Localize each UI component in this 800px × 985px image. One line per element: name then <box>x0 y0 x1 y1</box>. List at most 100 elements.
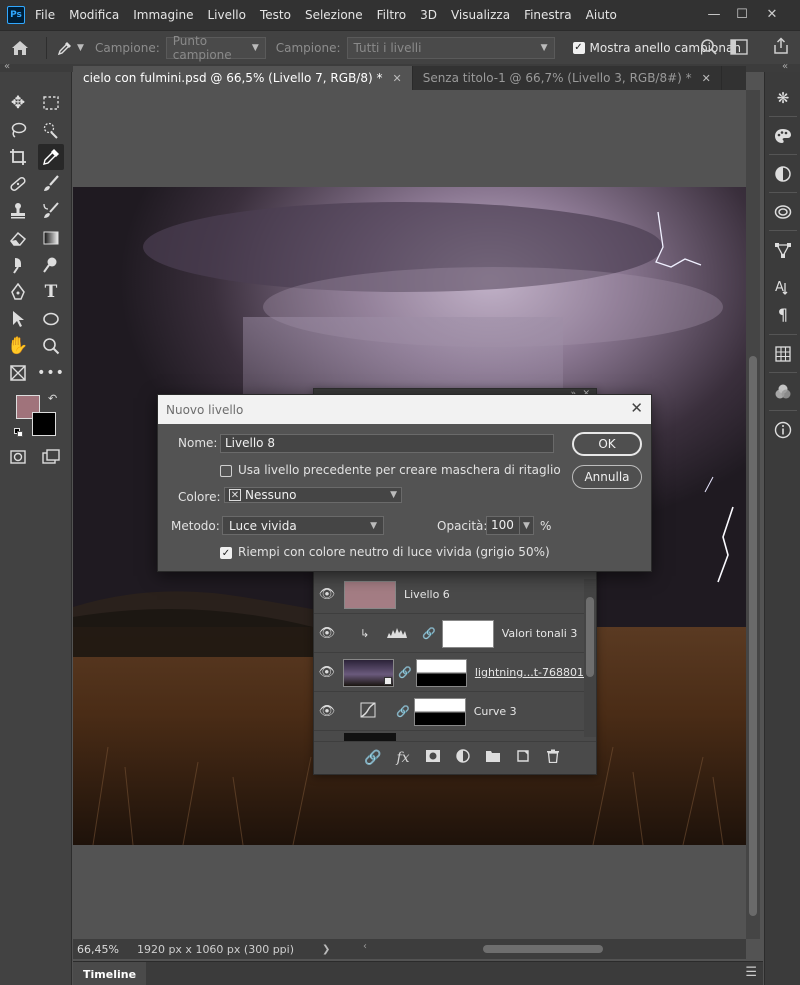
adjustments-icon[interactable] <box>771 162 795 186</box>
maximize-icon[interactable]: ☐ <box>728 2 756 26</box>
eyedropper-tool-preset-icon[interactable]: ▼ <box>53 40 89 56</box>
show-ring-checkbox[interactable]: ✓ <box>572 41 585 54</box>
vertical-scroll-thumb[interactable] <box>749 356 757 916</box>
navigator-icon[interactable]: ❋ <box>771 86 795 110</box>
color-palette-icon[interactable] <box>771 124 795 148</box>
crop-tool-icon[interactable] <box>5 144 31 170</box>
healing-brush-tool-icon[interactable] <box>5 171 31 197</box>
close-window-icon[interactable]: ✕ <box>758 2 786 26</box>
zoom-level[interactable]: 66,45% <box>77 943 119 956</box>
panel-menu-icon[interactable]: ☰ <box>745 965 757 980</box>
eraser-tool-icon[interactable] <box>5 225 31 251</box>
collapse-right-icon[interactable]: « <box>782 61 788 72</box>
layers-scroll-thumb[interactable] <box>586 597 594 677</box>
horizontal-scrollbar[interactable]: ‹ › <box>363 941 800 954</box>
lasso-tool-icon[interactable] <box>5 117 31 143</box>
brush-tool-icon[interactable] <box>38 171 64 197</box>
ok-button[interactable]: OK <box>572 432 642 456</box>
menu-edit[interactable]: Modifica <box>69 8 119 22</box>
move-tool-icon[interactable]: ✥ <box>5 90 31 116</box>
color-select[interactable]: ✕ Nessuno ▼ <box>224 487 402 503</box>
menu-select[interactable]: Selezione <box>305 8 363 22</box>
cancel-button[interactable]: Annulla <box>572 465 642 489</box>
layer-row[interactable]: 👁 ↳ 🔗 Valori tonali 3 <box>314 615 584 653</box>
gradient-tool-icon[interactable] <box>38 225 64 251</box>
close-icon[interactable]: ✕ <box>630 399 643 417</box>
fill-neutral-checkbox[interactable]: ✓ <box>220 547 232 559</box>
quick-mask-icon[interactable] <box>5 444 31 470</box>
swap-colors-icon[interactable]: ↶ <box>48 392 57 405</box>
close-icon[interactable]: ✕ <box>702 72 711 85</box>
pen-tool-icon[interactable] <box>5 279 31 305</box>
document-info[interactable]: 1920 px x 1060 px (300 ppi) <box>137 943 294 956</box>
menu-3d[interactable]: 3D <box>420 8 437 22</box>
opacity-input[interactable]: 100 <box>486 516 520 535</box>
link-icon[interactable]: 🔗 <box>422 627 436 640</box>
eyedropper-tool-icon[interactable] <box>38 144 64 170</box>
layer-row-partial[interactable] <box>344 733 396 741</box>
close-icon[interactable]: ✕ <box>392 72 401 85</box>
info-icon[interactable] <box>771 418 795 442</box>
layer-row[interactable]: 👁 Livello 6 <box>314 576 584 614</box>
name-input[interactable]: Livello 8 <box>220 434 554 453</box>
menu-help[interactable]: Aiuto <box>586 8 617 22</box>
layer-row[interactable]: 👁 🔗 lightning...t-768801 <box>314 654 584 692</box>
quick-selection-tool-icon[interactable] <box>38 117 64 143</box>
scroll-left-icon[interactable]: ‹ <box>363 941 367 952</box>
timeline-tab[interactable]: Timeline <box>73 962 147 985</box>
eye-icon[interactable]: 👁 <box>314 704 340 719</box>
channels-icon[interactable] <box>771 380 795 404</box>
vertical-scrollbar[interactable] <box>746 90 760 939</box>
ellipse-tool-icon[interactable] <box>38 306 64 332</box>
status-menu-arrow-icon[interactable]: ❯ <box>322 944 330 955</box>
eye-icon[interactable]: 👁 <box>314 587 340 602</box>
hand-tool-icon[interactable]: ✋ <box>5 333 31 359</box>
minimize-icon[interactable]: — <box>700 2 728 26</box>
mask-icon[interactable] <box>418 749 448 767</box>
menu-layer[interactable]: Livello <box>207 8 246 22</box>
sample-select[interactable]: Tutti i livelli ▼ <box>346 36 555 59</box>
layer-row[interactable]: 👁 🔗 Curve 3 <box>314 693 584 731</box>
type-tool-icon[interactable]: T <box>38 279 64 305</box>
dialog-titlebar[interactable]: Nuovo livello ✕ <box>158 395 651 424</box>
search-icon[interactable] <box>700 38 718 59</box>
paragraph-icon[interactable]: ¶ <box>771 302 795 326</box>
clip-mask-checkbox[interactable] <box>220 465 232 477</box>
menu-view[interactable]: Visualizza <box>451 8 510 22</box>
share-icon[interactable] <box>772 37 790 58</box>
trash-icon[interactable] <box>538 749 568 767</box>
folder-icon[interactable] <box>478 749 508 767</box>
menu-window[interactable]: Finestra <box>524 8 572 22</box>
menu-type[interactable]: Testo <box>260 8 291 22</box>
eye-icon[interactable]: 👁 <box>314 665 339 680</box>
screen-mode-icon[interactable] <box>38 444 64 470</box>
path-selection-tool-icon[interactable] <box>5 306 31 332</box>
paths-icon[interactable] <box>771 238 795 262</box>
sample-size-select[interactable]: Punto campione ▼ <box>165 34 266 62</box>
libraries-icon[interactable] <box>771 200 795 224</box>
more-tools-icon[interactable]: ••• <box>37 360 64 386</box>
dodge-tool-icon[interactable] <box>38 252 64 278</box>
fx-icon[interactable]: fx <box>388 750 418 766</box>
tab-cielo-con-fulmini[interactable]: cielo con fulmini.psd @ 66,5% (Livello 7… <box>73 66 413 90</box>
layers-grid-icon[interactable] <box>771 342 795 366</box>
marquee-tool-icon[interactable] <box>38 90 64 116</box>
history-brush-tool-icon[interactable] <box>38 198 64 224</box>
eye-icon[interactable]: 👁 <box>314 626 340 641</box>
tab-senza-titolo-1[interactable]: Senza titolo-1 @ 66,7% (Livello 3, RGB/8… <box>413 66 722 90</box>
menu-image[interactable]: Immagine <box>133 8 193 22</box>
opacity-dropdown[interactable]: ▼ <box>520 516 534 535</box>
horizontal-scroll-thumb[interactable] <box>483 945 603 953</box>
collapse-left-icon[interactable]: « <box>4 61 10 72</box>
clone-stamp-tool-icon[interactable] <box>5 198 31 224</box>
frame-tool-icon[interactable] <box>5 360 31 386</box>
link-icon[interactable]: 🔗 <box>398 666 412 679</box>
default-colors-icon[interactable] <box>14 428 24 438</box>
menu-filter[interactable]: Filtro <box>377 8 406 22</box>
blend-mode-select[interactable]: Luce vivida ▼ <box>222 516 384 535</box>
workspace-icon[interactable] <box>730 39 748 58</box>
link-icon[interactable]: 🔗 <box>396 705 410 718</box>
smudge-tool-icon[interactable] <box>5 252 31 278</box>
adjustment-icon[interactable] <box>448 749 478 767</box>
new-layer-icon[interactable] <box>508 749 538 767</box>
